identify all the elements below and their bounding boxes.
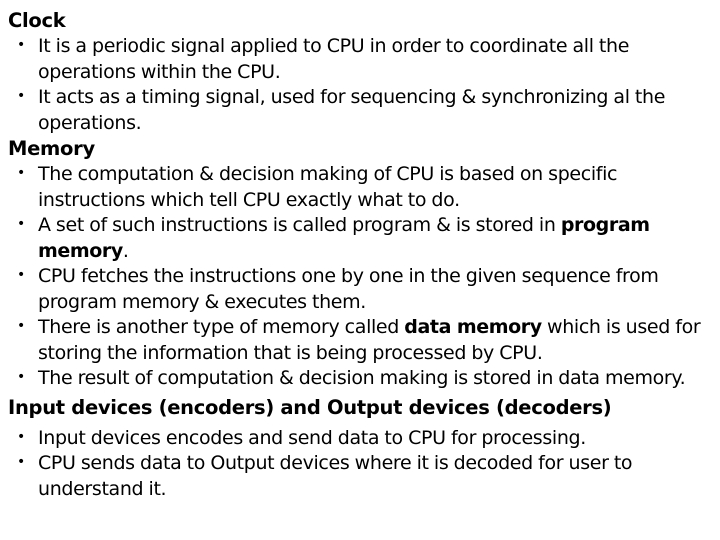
bullet-text: CPU fetches the instructions one by one … xyxy=(38,265,659,313)
bullet-text: It is a periodic signal applied to CPU i… xyxy=(38,35,630,83)
bullet-item: It acts as a timing signal, used for seq… xyxy=(15,84,710,136)
section-heading-io-devices: Input devices (encoders) and Output devi… xyxy=(8,395,612,419)
section-memory: Memory The computation & decision making … xyxy=(8,136,710,392)
section-heading-memory: Memory xyxy=(8,137,95,160)
bullet-text: A set of such instructions is called pro… xyxy=(38,214,561,236)
bullet-list-clock: It is a periodic signal applied to CPU i… xyxy=(8,33,710,136)
bullet-text-emphasis: data memory xyxy=(404,316,542,338)
bullet-item: A set of such instructions is called pro… xyxy=(15,212,710,264)
bullet-text: CPU sends data to Output devices where i… xyxy=(38,452,633,500)
section-io-devices: Input devices (encoders) and Output devi… xyxy=(8,395,710,503)
bullet-item: It is a periodic signal applied to CPU i… xyxy=(15,33,710,85)
bullet-text: There is another type of memory called xyxy=(38,316,405,338)
section-heading-clock: Clock xyxy=(8,9,66,32)
bullet-item: The computation & decision making of CPU… xyxy=(15,161,710,213)
bullet-text: It acts as a timing signal, used for seq… xyxy=(38,86,666,134)
bullet-item: Input devices encodes and send data to C… xyxy=(15,425,710,452)
bullet-text: Input devices encodes and send data to C… xyxy=(38,426,586,449)
bullet-item: There is another type of memory called d… xyxy=(15,314,710,366)
bullet-item: CPU sends data to Output devices where i… xyxy=(15,450,710,502)
section-clock: Clock It is a periodic signal applied to … xyxy=(8,8,710,136)
slide-body: Clock It is a periodic signal applied to … xyxy=(8,8,710,502)
slide-canvas: Clock It is a periodic signal applied to … xyxy=(0,0,720,540)
bullet-item: The result of computation & decision mak… xyxy=(15,365,710,392)
bullet-list-memory: The computation & decision making of CPU… xyxy=(8,161,710,392)
bullet-list-io-devices: Input devices encodes and send data to C… xyxy=(8,425,710,503)
bullet-text: . xyxy=(122,239,129,262)
bullet-text: The result of computation & decision mak… xyxy=(38,367,686,389)
bullet-text: The computation & decision making of CPU… xyxy=(38,163,618,211)
bullet-item: CPU fetches the instructions one by one … xyxy=(15,263,710,315)
